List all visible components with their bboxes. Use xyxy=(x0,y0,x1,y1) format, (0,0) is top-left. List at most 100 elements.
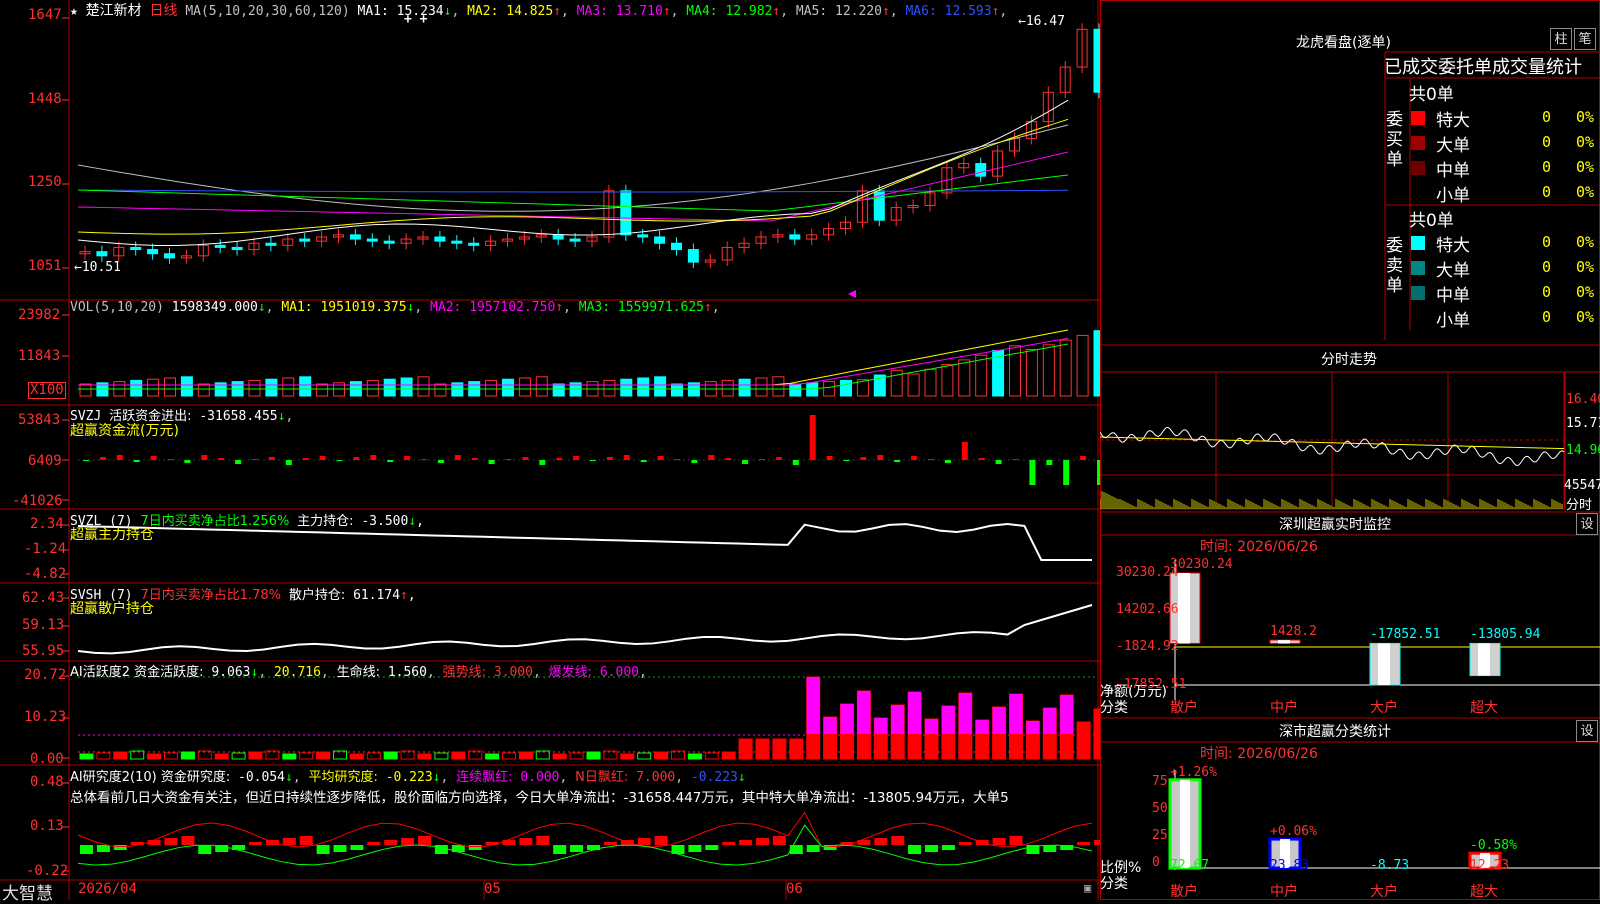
burst-line-value: 6.000 xyxy=(599,665,639,680)
candle-body xyxy=(552,234,564,240)
svzj-bar xyxy=(150,456,157,460)
y-tick-1051: 1051 xyxy=(28,258,62,274)
candle-body xyxy=(789,234,801,240)
svzj-bar xyxy=(860,457,867,460)
date-axis-start: 2026/04 xyxy=(78,881,138,897)
date-axis-05: 05 xyxy=(484,881,501,897)
research-bar xyxy=(1043,845,1057,852)
research-bar xyxy=(350,845,364,850)
svzj-bar xyxy=(370,455,377,460)
svzj-bar xyxy=(1063,460,1070,485)
svzj-bar xyxy=(556,458,563,460)
ma-arrow-3: ↑ xyxy=(662,4,671,19)
svzj-arrow: ↓ xyxy=(277,409,286,424)
monitor-bar-label-3: -17852.51 xyxy=(1370,627,1441,643)
active-bar xyxy=(180,751,195,760)
strong-line-value: 3.000 xyxy=(493,665,533,680)
svzj-bar xyxy=(539,460,546,465)
candle-body xyxy=(687,249,699,263)
sell-total: 共0单 xyxy=(1409,211,1454,231)
active-bar xyxy=(417,753,432,760)
tick-mode-button[interactable]: 笔 xyxy=(1574,28,1596,50)
avg-research-label: 平均研究度: xyxy=(308,770,378,785)
vol-ma-label-1: MA1: xyxy=(281,300,321,315)
active-bar-top xyxy=(857,691,871,734)
active-bar-top xyxy=(992,707,1006,734)
sep: , xyxy=(451,4,468,19)
svzj-bar xyxy=(471,458,478,460)
brand-logo[interactable]: 大智慧 xyxy=(2,879,53,904)
classify-settings-button[interactable]: 设 xyxy=(1576,720,1598,742)
lock-icon[interactable]: ▣ xyxy=(1084,881,1091,895)
classify-change-2: +0.06% xyxy=(1270,824,1317,840)
candle-body xyxy=(569,238,581,242)
ma-values: MA1: 15.234↓, MA2: 14.825↑, MA3: 13.710↑… xyxy=(358,4,1008,19)
svsh-subtitle: 超赢散户持仓 xyxy=(70,601,154,617)
svzj-bar xyxy=(268,457,275,460)
monitor-settings-button[interactable]: 设 xyxy=(1576,513,1598,535)
svzj-bar xyxy=(99,457,106,460)
buy-row-count-1: 0 xyxy=(1542,108,1552,126)
period-label[interactable]: 日线 xyxy=(149,3,177,19)
svzj-bar xyxy=(353,457,360,460)
volume-bar xyxy=(721,379,734,397)
stock-name[interactable]: 楚江新材 xyxy=(86,3,142,19)
research-bar xyxy=(468,845,482,850)
life-line-value: 1.560 xyxy=(387,665,427,680)
vol-unit[interactable]: X100 xyxy=(28,382,66,399)
active-bar xyxy=(687,753,702,760)
kline-chart-area[interactable] xyxy=(0,0,1100,900)
candle-body xyxy=(383,240,395,244)
candle-body xyxy=(231,246,243,251)
intraday-vol-unit: 分时 xyxy=(1566,498,1593,513)
classify-category-3: 大户 xyxy=(1370,884,1398,900)
active-bar-top xyxy=(975,720,989,734)
research-bar xyxy=(333,845,347,852)
svzj-bar xyxy=(1012,459,1019,460)
strong-line-label: 强势线: xyxy=(442,665,486,680)
buy-row-count-4: 0 xyxy=(1542,183,1552,201)
volume-bar xyxy=(417,376,430,397)
vol-ma-value-1: 1951019.375 xyxy=(320,300,407,315)
svzj-bar xyxy=(775,457,782,460)
active-bar xyxy=(789,738,804,760)
classify-category-1: 散户 xyxy=(1170,884,1198,900)
research-bar xyxy=(789,845,803,854)
active-bar xyxy=(451,751,466,760)
svzj-bar xyxy=(218,458,225,460)
svzl-label: 主力持仓: xyxy=(297,514,354,529)
svzj-bar xyxy=(1046,460,1053,465)
active-bar xyxy=(265,750,280,760)
svzj-bar xyxy=(809,415,816,460)
favorite-star-icon[interactable]: ★ xyxy=(70,4,78,19)
bar-mode-button[interactable]: 柱 xyxy=(1550,28,1572,50)
sell-row-count-3: 0 xyxy=(1542,283,1552,301)
buy-row-pct-2: 0% xyxy=(1576,133,1595,151)
monitor-ytick-4: -17852.51 xyxy=(1116,677,1187,692)
research-bar xyxy=(96,845,110,852)
active-bar xyxy=(349,753,364,760)
active-bar xyxy=(654,751,669,760)
volume-bar xyxy=(637,377,650,397)
volume-bar xyxy=(299,376,312,397)
classify-value-2: 23.83 xyxy=(1270,858,1310,873)
sep: , xyxy=(563,300,579,315)
svzl-subtitle: 超赢主力持仓 xyxy=(70,527,154,543)
avg-research-arrow: ↓ xyxy=(432,770,441,785)
ai-active-value: 9.063 xyxy=(211,665,251,680)
ma60-line xyxy=(77,189,1069,193)
active-bar xyxy=(586,751,601,760)
svzj-bar xyxy=(792,460,799,465)
classify-category-4: 超大 xyxy=(1470,884,1498,900)
research-bar xyxy=(519,838,533,845)
volume-bar xyxy=(265,378,278,397)
vol-ma-label-2: MA2: xyxy=(430,300,470,315)
research-bar xyxy=(536,836,550,845)
classify-ytick-3: 25 xyxy=(1152,828,1168,843)
ma-value-5: 12.220 xyxy=(835,4,882,19)
sell-row-count-2: 0 xyxy=(1542,258,1552,276)
svsh-desc: 7日内买卖净占比1.78% xyxy=(140,588,282,603)
svsh-value: 61.174 xyxy=(353,588,401,603)
volume-bar xyxy=(738,378,751,397)
volume-bar xyxy=(620,378,633,397)
